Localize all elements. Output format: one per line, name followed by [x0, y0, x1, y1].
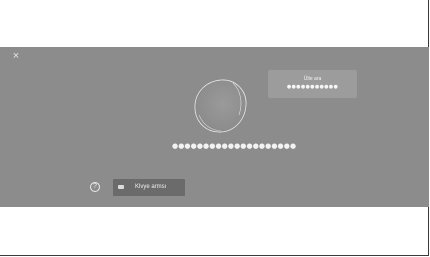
- window-frame: × ●●●●●●●●●●●●●●●●●●●● Ülte ara ●●●●●●●●…: [0, 0, 429, 256]
- keyboard-button-label: Klvye armsı: [135, 184, 167, 190]
- help-icon[interactable]: ?: [90, 182, 100, 192]
- user-card-password-mask: ●●●●●●●●●●●: [286, 84, 339, 90]
- password-mask[interactable]: ●●●●●●●●●●●●●●●●●●●●: [172, 141, 296, 151]
- keyboard-button[interactable]: Klvye armsı: [113, 179, 185, 196]
- close-icon[interactable]: ×: [10, 50, 22, 62]
- keyboard-icon: [118, 185, 124, 189]
- lock-screen-panel: × ●●●●●●●●●●●●●●●●●●●● Ülte ara ●●●●●●●●…: [0, 47, 429, 207]
- user-card[interactable]: Ülte ara ●●●●●●●●●●●: [268, 70, 357, 98]
- face-scan-orb-icon: [194, 79, 247, 133]
- user-card-title: Ülte ara: [303, 76, 322, 82]
